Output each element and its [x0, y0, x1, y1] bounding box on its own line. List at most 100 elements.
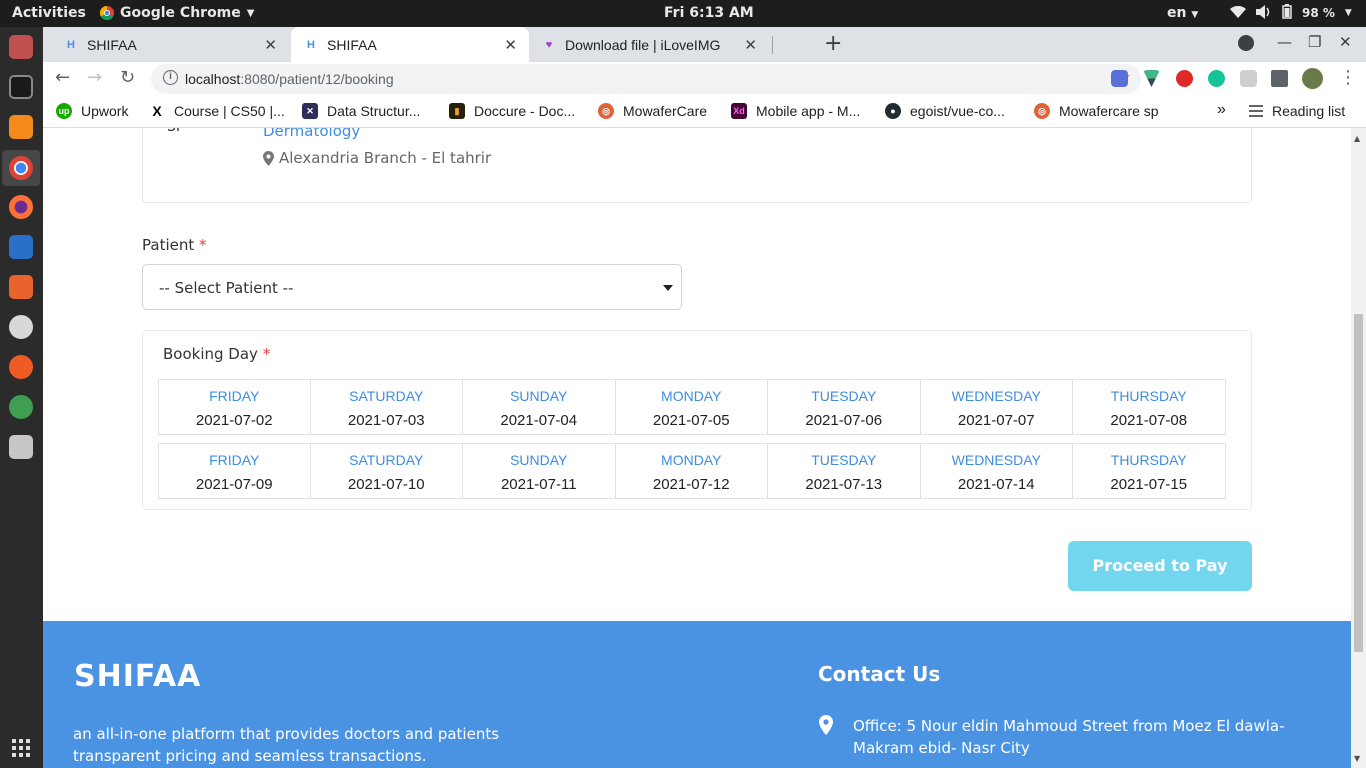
maximize-icon[interactable]: ❐ [1308, 33, 1321, 51]
grammarly-extension-icon[interactable] [1208, 70, 1225, 87]
chrome-dock-icon[interactable] [9, 156, 33, 180]
reading-list-button[interactable]: Reading list [1249, 103, 1345, 119]
chrome-icon [100, 6, 114, 20]
vue-devtools-icon[interactable] [1143, 70, 1160, 87]
booking-day-cell[interactable]: FRIDAY 2021-07-09 [158, 443, 311, 499]
patient-select[interactable]: -- Select Patient -- [142, 264, 682, 310]
sublime-text-icon[interactable] [9, 115, 33, 139]
browser-toolbar: ← → ↻ i localhost:8080/patient/12/bookin… [43, 62, 1366, 95]
show-applications-icon[interactable] [12, 739, 30, 757]
tab-strip: H SHIFAA ✕ H SHIFAA ✕ ♥ Download file | … [43, 27, 1366, 62]
doctor-specialty-link[interactable]: Dermatology [263, 128, 360, 140]
postman-icon[interactable] [9, 355, 33, 379]
app-menu[interactable]: Google Chrome ▼ [100, 5, 254, 21]
day-date: 2021-07-03 [347, 412, 425, 429]
scroll-down-icon[interactable]: ▼ [1354, 754, 1360, 763]
booking-day-cell[interactable]: WEDNESDAY 2021-07-07 [920, 379, 1073, 435]
bookmark-mobile-app[interactable]: Xd Mobile app - M... [731, 103, 860, 119]
page-scrollbar[interactable]: ▲ ▼ [1351, 128, 1366, 768]
back-icon[interactable]: ← [55, 67, 70, 88]
booking-day-cell[interactable]: SATURDAY 2021-07-03 [310, 379, 463, 435]
booking-day-cell[interactable]: THURSDAY 2021-07-15 [1073, 443, 1226, 499]
new-tab-button[interactable]: + [824, 31, 842, 56]
booking-day-cell[interactable]: SUNDAY 2021-07-11 [463, 443, 616, 499]
forward-icon[interactable]: → [87, 67, 102, 88]
url-host: localhost [185, 71, 241, 87]
required-mark: * [262, 345, 271, 363]
booking-day-cell[interactable]: MONDAY 2021-07-12 [615, 443, 768, 499]
github-icon: ● [885, 103, 901, 119]
language-indicator[interactable]: en ▼ [1167, 5, 1198, 21]
booking-page: SP Dermatology Alexandria Branch - El ta… [43, 128, 1351, 768]
day-name: WEDNESDAY [951, 388, 1041, 404]
day-date: 2021-07-15 [1110, 476, 1188, 493]
tab-search-icon[interactable] [1238, 35, 1254, 51]
files-icon[interactable] [9, 35, 33, 59]
libreoffice-writer-icon[interactable] [9, 235, 33, 259]
chrome-menu-icon[interactable]: ⋮ [1339, 67, 1357, 88]
bookmark-vue-co[interactable]: ● egoist/vue-co... [885, 103, 1005, 119]
firefox-icon[interactable] [9, 195, 33, 219]
software-center-icon[interactable] [9, 275, 33, 299]
activities-button[interactable]: Activities [12, 5, 86, 21]
close-icon[interactable]: ✕ [504, 36, 517, 54]
shifaa-footer-logo[interactable]: SHIFAA [74, 659, 201, 694]
screen-capture-extension-icon[interactable] [1240, 70, 1257, 87]
scrollbar-thumb[interactable] [1354, 314, 1363, 652]
branch-name: Alexandria Branch - El tahrir [279, 149, 492, 167]
site-info-icon[interactable]: i [163, 70, 178, 85]
upwork-icon: up [56, 103, 72, 119]
booking-day-cell[interactable]: FRIDAY 2021-07-02 [158, 379, 311, 435]
mowafercare-icon: ◎ [598, 103, 614, 119]
app-name: Google Chrome [120, 5, 241, 21]
booking-day-cell[interactable]: MONDAY 2021-07-05 [615, 379, 768, 435]
bookmark-mowafercare-sp[interactable]: ◎ Mowafercare sp [1034, 103, 1159, 119]
bookmark-data-structures[interactable]: ✕ Data Structur... [302, 103, 420, 119]
close-icon[interactable]: ✕ [264, 36, 277, 54]
minimize-icon[interactable]: — [1277, 33, 1292, 51]
booking-day-cell[interactable]: SATURDAY 2021-07-10 [310, 443, 463, 499]
shifaa-favicon: H [67, 38, 75, 51]
url-path: :8080/patient/12/booking [240, 71, 394, 87]
disk-icon[interactable] [9, 315, 33, 339]
extensions-puzzle-icon[interactable] [1271, 70, 1288, 87]
day-name: TUESDAY [811, 452, 877, 468]
clock[interactable]: Fri 6:13 AM [664, 5, 754, 21]
reading-list-label: Reading list [1272, 103, 1346, 119]
system-status-area[interactable]: 98 % ▼ [1230, 4, 1352, 22]
bookmark-cs50[interactable]: X Course | CS50 |... [149, 103, 285, 119]
close-icon[interactable]: ✕ [744, 36, 757, 54]
patient-select-value: -- Select Patient -- [159, 279, 294, 297]
bookmark-doccure[interactable]: ▮ Doccure - Doc... [449, 103, 575, 119]
globe-icon[interactable] [9, 395, 33, 419]
address-bar[interactable]: i localhost:8080/patient/12/booking ☆ [151, 64, 1141, 94]
bookmark-upwork[interactable]: up Upwork [56, 103, 128, 119]
chevron-down-icon: ▼ [1191, 10, 1199, 20]
url-text: localhost:8080/patient/12/booking [185, 71, 394, 87]
tab-shifaa-1[interactable]: H SHIFAA ✕ [55, 27, 289, 62]
day-name: MONDAY [661, 452, 722, 468]
translate-extension-icon[interactable] [1111, 70, 1128, 87]
booking-day-cell[interactable]: TUESDAY 2021-07-13 [768, 443, 921, 499]
adblock-extension-icon[interactable] [1176, 70, 1193, 87]
terminal-icon[interactable] [9, 75, 33, 99]
tab-separator [772, 36, 773, 54]
tab-iloveimg[interactable]: ♥ Download file | iLoveIMG ✕ [533, 27, 769, 62]
more-bookmarks-button[interactable]: » [1217, 101, 1226, 119]
scroll-up-icon[interactable]: ▲ [1354, 134, 1360, 143]
screenshot-tool-icon[interactable] [9, 435, 33, 459]
booking-day-cell[interactable]: SUNDAY 2021-07-04 [463, 379, 616, 435]
reading-list-icon [1249, 105, 1263, 117]
reload-icon[interactable]: ↻ [120, 67, 135, 88]
proceed-to-pay-button[interactable]: Proceed to Pay [1068, 541, 1252, 591]
booking-day-cell[interactable]: THURSDAY 2021-07-08 [1073, 379, 1226, 435]
bookmark-label: Upwork [81, 103, 129, 119]
window-close-icon[interactable]: ✕ [1339, 33, 1352, 51]
booking-day-cell[interactable]: TUESDAY 2021-07-06 [768, 379, 921, 435]
booking-day-cell[interactable]: WEDNESDAY 2021-07-14 [920, 443, 1073, 499]
profile-avatar[interactable] [1302, 68, 1323, 89]
bookmark-mowafercare[interactable]: ◎ MowaferCare [598, 103, 707, 119]
system-top-bar: Activities Google Chrome ▼ Fri 6:13 AM e… [0, 0, 1366, 27]
day-date: 2021-07-10 [347, 476, 425, 493]
tab-shifaa-2[interactable]: H SHIFAA ✕ [291, 27, 529, 62]
